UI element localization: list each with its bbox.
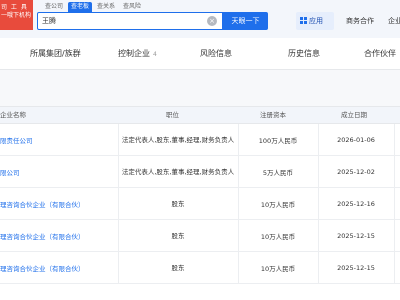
- nav-business-cooperation[interactable]: 商务合作: [346, 12, 374, 30]
- company-name-link[interactable]: 限公司: [0, 156, 118, 187]
- search-button[interactable]: 天眼一下: [223, 12, 268, 30]
- logo-line-1: 司 工 具: [1, 4, 28, 11]
- companies-table: 企业名称 职位 注册资本 成立日期 限责任公司 法定代表人,股东,董事,经理,财…: [0, 106, 400, 284]
- header-position: 职位: [166, 111, 179, 119]
- tab-partners[interactable]: 合作伙伴: [364, 38, 396, 69]
- search-box: ×: [37, 12, 223, 30]
- position-cell: 股东: [171, 231, 185, 240]
- divider: [394, 156, 395, 187]
- capital-cell: 10万人民币: [260, 200, 296, 209]
- table-row[interactable]: 限责任公司 法定代表人,股东,董事,经理,财务负责人 100万人民币 2026-…: [0, 124, 400, 156]
- table-row[interactable]: 理咨询合伙企业（有限合伙） 股东 10万人民币 2025-12-15: [0, 220, 400, 252]
- tab-group[interactable]: 所属集团/族群: [30, 38, 81, 69]
- divider: [394, 124, 395, 155]
- grid-icon: [300, 17, 307, 24]
- table-row[interactable]: 理咨询合伙企业（有限合伙） 股东 10万人民币 2025-12-16: [0, 188, 400, 220]
- search-tab-boss[interactable]: 查老板: [68, 2, 93, 12]
- logo[interactable]: 司 工 具 一哦下机构: [0, 0, 33, 30]
- divider: [394, 252, 395, 283]
- date-cell: 2025-12-15: [337, 263, 375, 272]
- date-cell: 2026-01-06: [337, 135, 375, 144]
- date-cell: 2025-12-02: [337, 167, 375, 176]
- table-row[interactable]: 理咨询合伙企业（有限合伙） 股东 10万人民币 2025-12-15: [0, 252, 400, 284]
- search-tab-relation[interactable]: 查关系: [94, 2, 118, 12]
- company-name-link[interactable]: 理咨询合伙企业（有限合伙）: [0, 188, 118, 219]
- tab-partners-label: 合作伙伴: [364, 49, 396, 58]
- tab-history-label: 历史信息: [288, 49, 320, 58]
- tab-group-label: 所属集团/族群: [30, 49, 81, 58]
- header-company-name: 企业名称: [0, 111, 26, 119]
- tab-history-info[interactable]: 历史信息: [288, 38, 320, 69]
- capital-cell: 10万人民币: [260, 264, 296, 273]
- divider: [394, 188, 395, 219]
- capital-cell: 5万人民币: [262, 168, 294, 177]
- apps-button[interactable]: 应用: [296, 12, 334, 30]
- search-type-tabs: 查公司 查老板 查关系 查风险: [42, 2, 144, 12]
- date-cell: 2025-12-16: [337, 199, 375, 208]
- position-cell: 股东: [171, 199, 185, 208]
- capital-cell: 10万人民币: [260, 232, 296, 241]
- section-spacer: [0, 70, 400, 106]
- header-established-date: 成立日期: [341, 111, 367, 119]
- position-cell: 法定代表人,股东,董事,经理,财务负责人: [121, 135, 235, 144]
- tab-controlled-label: 控制企业: [118, 49, 150, 58]
- divider: [394, 220, 395, 251]
- logo-line-2: 一哦下机构: [1, 12, 32, 19]
- apps-label: 应用: [309, 17, 323, 25]
- position-cell: 法定代表人,股东,董事,经理,财务负责人: [121, 167, 235, 176]
- position-cell: 股东: [171, 263, 185, 272]
- clear-icon[interactable]: ×: [207, 16, 217, 26]
- search-tab-risk[interactable]: 查风险: [120, 2, 144, 12]
- company-name-link[interactable]: 限责任公司: [0, 124, 118, 155]
- top-header: 司 工 具 一哦下机构 查公司 查老板 查关系 查风险 × 天眼一下 应用 商务…: [0, 0, 400, 38]
- profile-tabs: 所属集团/族群 控制企业 4 风险信息 历史信息 合作伙伴: [0, 38, 400, 70]
- date-cell: 2025-12-15: [337, 231, 375, 240]
- tab-controlled-companies[interactable]: 控制企业 4: [118, 38, 157, 69]
- search-input[interactable]: [38, 13, 198, 29]
- search-tab-company[interactable]: 查公司: [42, 2, 66, 12]
- tab-risk-label: 风险信息: [200, 49, 232, 58]
- table-row[interactable]: 限公司 法定代表人,股东,董事,经理,财务负责人 5万人民币 2025-12-0…: [0, 156, 400, 188]
- capital-cell: 100万人民币: [258, 136, 298, 145]
- tab-controlled-count: 4: [153, 51, 157, 58]
- company-name-link[interactable]: 理咨询合伙企业（有限合伙）: [0, 220, 118, 251]
- table-header: 企业名称 职位 注册资本 成立日期: [0, 106, 400, 124]
- nav-enterprise[interactable]: 企业: [388, 12, 400, 30]
- header-registered-capital: 注册资本: [260, 111, 286, 119]
- company-name-link[interactable]: 理咨询合伙企业（有限合伙）: [0, 252, 118, 283]
- tab-risk-info[interactable]: 风险信息: [200, 38, 232, 69]
